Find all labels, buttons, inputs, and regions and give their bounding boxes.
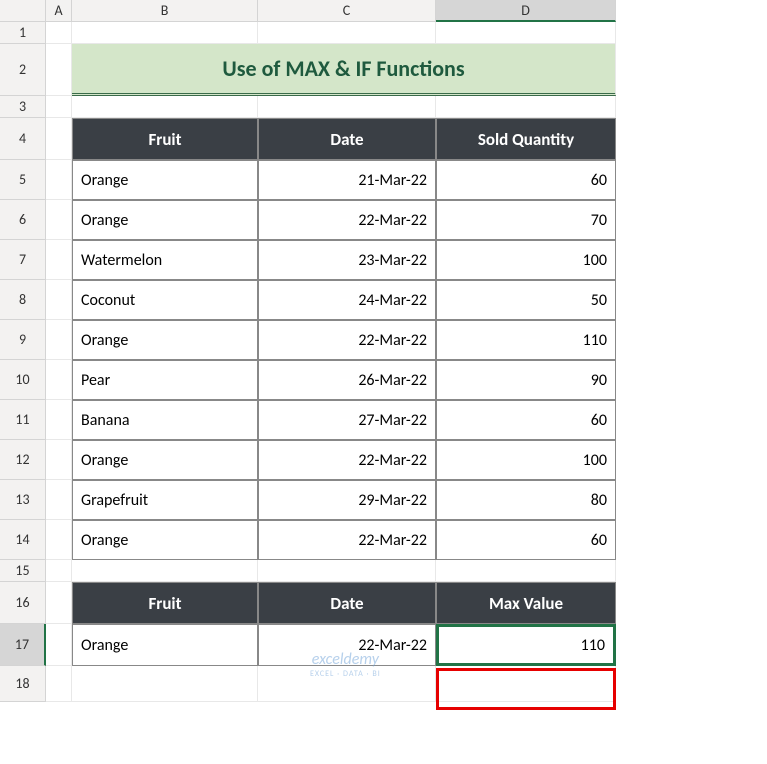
- cell-C15[interactable]: [258, 560, 436, 582]
- cell-A9[interactable]: [46, 320, 72, 360]
- table-row[interactable]: 80: [436, 480, 616, 520]
- row-head-4[interactable]: 4: [0, 118, 46, 160]
- header2-fruit[interactable]: Fruit: [72, 582, 258, 624]
- cell-A1[interactable]: [46, 22, 72, 44]
- watermark: exceldemy EXCEL · DATA · BI: [310, 650, 381, 679]
- table-row[interactable]: Orange: [72, 320, 258, 360]
- cell-A7[interactable]: [46, 240, 72, 280]
- table-row[interactable]: 22-Mar-22: [258, 200, 436, 240]
- table-row[interactable]: 29-Mar-22: [258, 480, 436, 520]
- table-row[interactable]: 26-Mar-22: [258, 360, 436, 400]
- row-head-3[interactable]: 3: [0, 96, 46, 118]
- result-fruit[interactable]: Orange: [72, 624, 258, 666]
- row-head-1[interactable]: 1: [0, 22, 46, 44]
- table-row[interactable]: Grapefruit: [72, 480, 258, 520]
- cell-A6[interactable]: [46, 200, 72, 240]
- cell-A12[interactable]: [46, 440, 72, 480]
- cell-C3[interactable]: [258, 96, 436, 118]
- header2-max-value[interactable]: Max Value: [436, 582, 616, 624]
- row-head-2[interactable]: 2: [0, 44, 46, 96]
- header-fruit[interactable]: Fruit: [72, 118, 258, 160]
- table-row[interactable]: Banana: [72, 400, 258, 440]
- table-row[interactable]: 24-Mar-22: [258, 280, 436, 320]
- cell-A15[interactable]: [46, 560, 72, 582]
- watermark-line1: exceldemy: [310, 650, 381, 669]
- table-row[interactable]: Pear: [72, 360, 258, 400]
- col-head-B[interactable]: B: [72, 0, 258, 22]
- row-head-14[interactable]: 14: [0, 520, 46, 560]
- header-sold-quantity[interactable]: Sold Quantity: [436, 118, 616, 160]
- cell-A5[interactable]: [46, 160, 72, 200]
- result-max-value[interactable]: 110: [436, 624, 616, 666]
- cell-A14[interactable]: [46, 520, 72, 560]
- cell-B18[interactable]: [72, 666, 258, 702]
- table-row[interactable]: Orange: [72, 200, 258, 240]
- table-row[interactable]: 22-Mar-22: [258, 440, 436, 480]
- cell-A13[interactable]: [46, 480, 72, 520]
- cell-D1[interactable]: [436, 22, 616, 44]
- col-head-D[interactable]: D: [436, 0, 616, 22]
- row-head-7[interactable]: 7: [0, 240, 46, 280]
- table-row[interactable]: 100: [436, 240, 616, 280]
- cell-A17[interactable]: [46, 624, 72, 666]
- page-title[interactable]: Use of MAX & IF Functions: [72, 44, 616, 96]
- cell-A18[interactable]: [46, 666, 72, 702]
- cell-A3[interactable]: [46, 96, 72, 118]
- row-head-6[interactable]: 6: [0, 200, 46, 240]
- cell-D3[interactable]: [436, 96, 616, 118]
- cell-A11[interactable]: [46, 400, 72, 440]
- table-row[interactable]: 100: [436, 440, 616, 480]
- cell-A10[interactable]: [46, 360, 72, 400]
- cell-C1[interactable]: [258, 22, 436, 44]
- table-row[interactable]: Orange: [72, 440, 258, 480]
- row-head-8[interactable]: 8: [0, 280, 46, 320]
- cell-B1[interactable]: [72, 22, 258, 44]
- header2-date[interactable]: Date: [258, 582, 436, 624]
- table-row[interactable]: Orange: [72, 520, 258, 560]
- row-head-9[interactable]: 9: [0, 320, 46, 360]
- table-row[interactable]: 50: [436, 280, 616, 320]
- header-date[interactable]: Date: [258, 118, 436, 160]
- cell-B15[interactable]: [72, 560, 258, 582]
- cell-A2[interactable]: [46, 44, 72, 96]
- table-row[interactable]: 60: [436, 520, 616, 560]
- row-head-10[interactable]: 10: [0, 360, 46, 400]
- table-row[interactable]: 90: [436, 360, 616, 400]
- row-head-5[interactable]: 5: [0, 160, 46, 200]
- cell-A4[interactable]: [46, 118, 72, 160]
- table-row[interactable]: Orange: [72, 160, 258, 200]
- row-head-15[interactable]: 15: [0, 560, 46, 582]
- row-head-13[interactable]: 13: [0, 480, 46, 520]
- select-all-corner[interactable]: [0, 0, 46, 22]
- table-row[interactable]: 60: [436, 400, 616, 440]
- cell-A8[interactable]: [46, 280, 72, 320]
- cell-D15[interactable]: [436, 560, 616, 582]
- watermark-line2: EXCEL · DATA · BI: [310, 669, 381, 679]
- table-row[interactable]: 22-Mar-22: [258, 320, 436, 360]
- row-head-17[interactable]: 17: [0, 624, 46, 666]
- table-row[interactable]: 21-Mar-22: [258, 160, 436, 200]
- table-row[interactable]: 22-Mar-22: [258, 520, 436, 560]
- col-head-C[interactable]: C: [258, 0, 436, 22]
- cell-A16[interactable]: [46, 582, 72, 624]
- row-head-18[interactable]: 18: [0, 666, 46, 702]
- row-head-16[interactable]: 16: [0, 582, 46, 624]
- table-row[interactable]: 110: [436, 320, 616, 360]
- row-head-12[interactable]: 12: [0, 440, 46, 480]
- table-row[interactable]: 23-Mar-22: [258, 240, 436, 280]
- row-head-11[interactable]: 11: [0, 400, 46, 440]
- table-row[interactable]: 27-Mar-22: [258, 400, 436, 440]
- cell-B3[interactable]: [72, 96, 258, 118]
- table-row[interactable]: 70: [436, 200, 616, 240]
- cell-D18[interactable]: [436, 666, 616, 702]
- table-row[interactable]: Watermelon: [72, 240, 258, 280]
- spreadsheet-grid: A B C D 1 2 Use of MAX & IF Functions 3 …: [0, 0, 767, 702]
- table-row[interactable]: Coconut: [72, 280, 258, 320]
- table-row[interactable]: 60: [436, 160, 616, 200]
- col-head-A[interactable]: A: [46, 0, 72, 22]
